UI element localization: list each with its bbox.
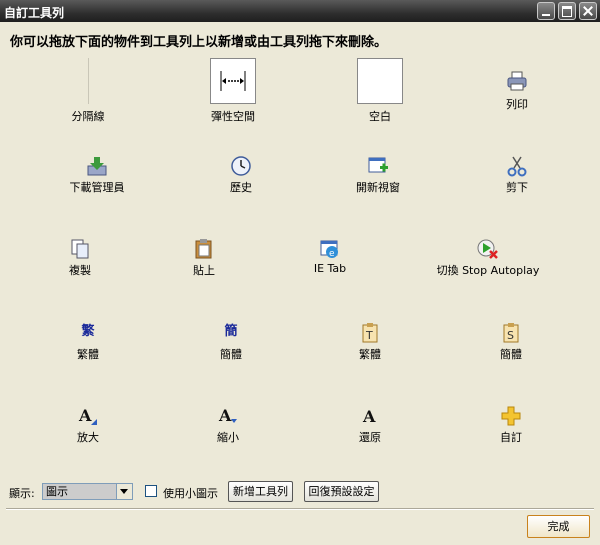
svg-text:e: e bbox=[329, 249, 335, 259]
item-label: 放大 bbox=[77, 431, 99, 444]
stop-autoplay-icon bbox=[477, 238, 499, 263]
instruction-text: 你可以拖放下面的物件到工具列上以新增或由工具列拖下來刪除。 bbox=[10, 35, 388, 50]
palette-item-zoom-reset[interactable]: A 還原 bbox=[300, 405, 440, 475]
svg-text:A: A bbox=[362, 407, 376, 426]
item-label: 繁體 bbox=[359, 348, 381, 361]
restore-defaults-button[interactable]: 回復預設設定 bbox=[304, 481, 379, 502]
chevron-down-icon bbox=[116, 484, 132, 499]
item-label: 繁體 bbox=[77, 348, 99, 361]
traditional-text-icon: 繁 bbox=[81, 324, 95, 339]
palette-item-traditional[interactable]: 繁 繁體 bbox=[18, 322, 158, 392]
item-label: 自訂 bbox=[500, 431, 522, 444]
palette-item-paste[interactable]: 貼上 bbox=[134, 238, 274, 308]
item-label: 縮小 bbox=[217, 431, 239, 444]
palette-item-history[interactable]: 歷史 bbox=[171, 155, 311, 225]
item-label: 複製 bbox=[69, 264, 91, 277]
item-label: 簡體 bbox=[220, 348, 242, 361]
zoom-reset-text-icon: A bbox=[359, 405, 381, 430]
zoom-in-text-icon: A bbox=[77, 405, 99, 430]
palette-item-traditional-doc[interactable]: T 繁體 bbox=[300, 322, 440, 392]
item-label: IE Tab bbox=[313, 262, 347, 275]
maximize-button[interactable] bbox=[558, 2, 576, 20]
space-icon bbox=[357, 58, 403, 104]
palette-item-new-window[interactable]: 開新視窗 bbox=[308, 155, 448, 225]
zoom-out-text-icon: A bbox=[217, 405, 239, 430]
traditional-doc-icon: T bbox=[359, 322, 381, 347]
item-label: 簡體 bbox=[500, 348, 522, 361]
new-window-icon bbox=[367, 155, 389, 180]
palette-item-simplified[interactable]: 簡 簡體 bbox=[161, 322, 301, 392]
palette-item-download-manager[interactable]: 下載管理員 bbox=[27, 155, 167, 225]
simplified-text-icon: 簡 bbox=[224, 324, 238, 339]
done-button[interactable]: 完成 bbox=[527, 515, 590, 538]
palette-item-zoom-out[interactable]: A 縮小 bbox=[158, 405, 298, 475]
item-label: 歷史 bbox=[230, 181, 252, 194]
close-button[interactable] bbox=[579, 2, 597, 20]
options-bar: 顯示: 圖示 使用小圖示 新增工具列 回復預設設定 bbox=[0, 477, 600, 507]
ie-tab-icon: e bbox=[319, 238, 341, 263]
customize-plus-icon bbox=[500, 405, 522, 430]
item-label: 下載管理員 bbox=[69, 181, 125, 194]
palette-item-print[interactable]: 列印 bbox=[447, 70, 587, 140]
item-label: 空白 bbox=[369, 110, 391, 123]
palette-item-simplified-doc[interactable]: S 簡體 bbox=[441, 322, 581, 392]
minimize-button[interactable] bbox=[537, 2, 555, 20]
palette-item-copy[interactable]: 複製 bbox=[10, 238, 150, 308]
paste-icon bbox=[193, 238, 215, 263]
flexible-space-icon bbox=[210, 58, 256, 104]
show-mode-value: 圖示 bbox=[46, 485, 68, 498]
add-toolbar-button[interactable]: 新增工具列 bbox=[228, 481, 293, 502]
show-label: 顯示: bbox=[9, 487, 35, 500]
separator-icon bbox=[65, 58, 111, 104]
scissors-icon bbox=[506, 155, 528, 180]
title-bar: 自訂工具列 bbox=[0, 0, 600, 22]
item-label: 剪下 bbox=[506, 181, 528, 194]
simplified-doc-icon: S bbox=[500, 322, 522, 347]
palette-item-flexible-space[interactable]: 彈性空間 bbox=[163, 58, 303, 128]
palette-item-customize[interactable]: 自訂 bbox=[441, 405, 581, 475]
svg-text:T: T bbox=[365, 329, 373, 342]
palette-item-ie-tab[interactable]: e IE Tab bbox=[260, 238, 400, 308]
item-label: 列印 bbox=[506, 98, 528, 111]
item-label: 還原 bbox=[359, 431, 381, 444]
palette-item-separator[interactable]: 分隔線 bbox=[18, 58, 158, 128]
svg-text:A: A bbox=[218, 406, 232, 425]
printer-icon bbox=[506, 70, 528, 95]
palette-item-zoom-in[interactable]: A 放大 bbox=[18, 405, 158, 475]
history-clock-icon bbox=[230, 155, 252, 180]
svg-text:S: S bbox=[507, 329, 514, 342]
show-mode-select[interactable]: 圖示 bbox=[42, 483, 133, 500]
item-label: 彈性空間 bbox=[211, 110, 255, 123]
item-label: 開新視窗 bbox=[356, 181, 400, 194]
palette-item-cut[interactable]: 剪下 bbox=[447, 155, 587, 225]
item-label: 貼上 bbox=[193, 264, 215, 277]
divider bbox=[6, 508, 594, 510]
window-title: 自訂工具列 bbox=[4, 6, 65, 20]
palette-item-space[interactable]: 空白 bbox=[310, 58, 450, 128]
small-icons-label[interactable]: 使用小圖示 bbox=[163, 485, 218, 501]
item-label: 分隔線 bbox=[71, 110, 105, 123]
svg-text:A: A bbox=[78, 406, 92, 425]
copy-icon bbox=[69, 238, 91, 263]
download-manager-icon bbox=[86, 155, 108, 180]
small-icons-checkbox[interactable] bbox=[145, 485, 157, 497]
palette-item-stop-autoplay[interactable]: 切換 Stop Autoplay bbox=[418, 238, 558, 308]
item-label: 切換 Stop Autoplay bbox=[436, 264, 540, 277]
